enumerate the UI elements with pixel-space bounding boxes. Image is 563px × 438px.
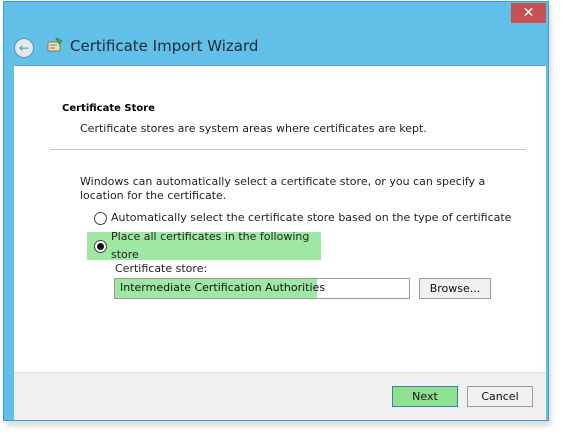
window-title: Certificate Import Wizard — [70, 37, 259, 55]
radio-button[interactable] — [94, 211, 107, 225]
certificate-store-label: Certificate store: — [115, 262, 208, 275]
divider — [50, 149, 526, 150]
certificate-wizard-icon — [47, 37, 63, 52]
radio-place-all[interactable]: Place all certificates in the following … — [87, 230, 321, 261]
cancel-button[interactable]: Cancel — [467, 386, 533, 407]
next-button[interactable]: Next — [392, 386, 458, 407]
info-text: Windows can automatically select a certi… — [80, 175, 486, 202]
close-button[interactable]: ✕ — [511, 3, 546, 23]
browse-button[interactable]: Browse... — [419, 278, 491, 299]
section-title: Certificate Store — [62, 103, 155, 114]
radio-auto-select[interactable]: Automatically select the certificate sto… — [94, 209, 511, 227]
section-description: Certificate stores are system areas wher… — [80, 122, 427, 135]
certificate-store-field[interactable]: Intermediate Certification Authorities — [114, 278, 410, 299]
back-arrow-icon: ← — [18, 41, 30, 55]
wizard-content: Certificate Store Certificate stores are… — [14, 65, 546, 372]
radio-place-all-label: Place all certificates in the following … — [111, 230, 310, 261]
certificate-store-value: Intermediate Certification Authorities — [120, 281, 326, 294]
radio-button-checked[interactable] — [94, 239, 107, 253]
back-button[interactable]: ← — [14, 38, 34, 58]
wizard-footer: Next Cancel — [14, 372, 546, 420]
close-icon: ✕ — [522, 5, 535, 21]
wizard-window: ✕ ← Certificate Import Wizard Certificat… — [3, 1, 549, 421]
radio-auto-select-label: Automatically select the certificate sto… — [111, 211, 512, 224]
